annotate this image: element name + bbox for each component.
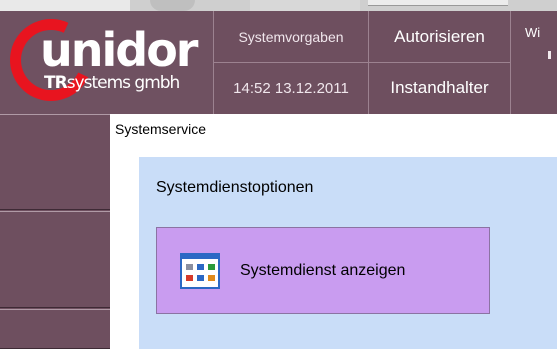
panel-title: Systemdienstoptionen [156, 179, 314, 196]
icon-tile [197, 263, 204, 270]
icon-tile [208, 263, 215, 270]
partial-indicator-icon [548, 51, 551, 59]
main-content: Systemservice Systemdienstoptionen Syste… [110, 114, 557, 349]
header-partial-label: Wi [525, 25, 541, 40]
service-grid-icon [180, 252, 220, 289]
breadcrumb: Systemservice [115, 121, 207, 137]
icon-tile [208, 274, 215, 281]
top-strip-segment [0, 0, 130, 11]
nav-button[interactable] [0, 211, 110, 308]
header-partial-button[interactable]: Wi [511, 11, 557, 114]
datetime-display: 14:52 13.12.2011 [214, 62, 369, 114]
icon-tile [197, 274, 204, 281]
logo-subtitle: TRsystems gmbh [44, 73, 181, 93]
left-navigation [0, 114, 110, 349]
nav-button[interactable] [0, 114, 110, 210]
show-system-service-label: Systemdienst anzeigen [240, 261, 406, 279]
top-strip-segment [150, 0, 195, 11]
system-defaults-button[interactable]: Systemvorgaben [214, 11, 369, 62]
authorize-button[interactable]: Autorisieren [369, 11, 511, 62]
logo-wordmark: unidor [40, 23, 198, 77]
show-system-service-button[interactable]: Systemdienst anzeigen [156, 227, 490, 314]
logo-subtitle-text: systems gmbh [66, 73, 181, 93]
top-window-strip [0, 0, 557, 11]
header-bar: unidor TRsystems gmbh Systemvorgaben 14:… [0, 7, 557, 114]
options-panel: Systemdienstoptionen Systemdienst anzeig… [139, 157, 557, 349]
header-divider [214, 62, 511, 63]
user-role-display: Instandhalter [369, 62, 511, 114]
icon-tile [186, 274, 193, 281]
company-logo: unidor TRsystems gmbh [0, 7, 214, 114]
logo-subtitle-bold: TR [44, 73, 68, 93]
top-strip-segment [368, 0, 508, 6]
top-strip-segment [250, 0, 360, 11]
nav-button[interactable] [0, 309, 110, 349]
icon-tile [186, 263, 193, 270]
